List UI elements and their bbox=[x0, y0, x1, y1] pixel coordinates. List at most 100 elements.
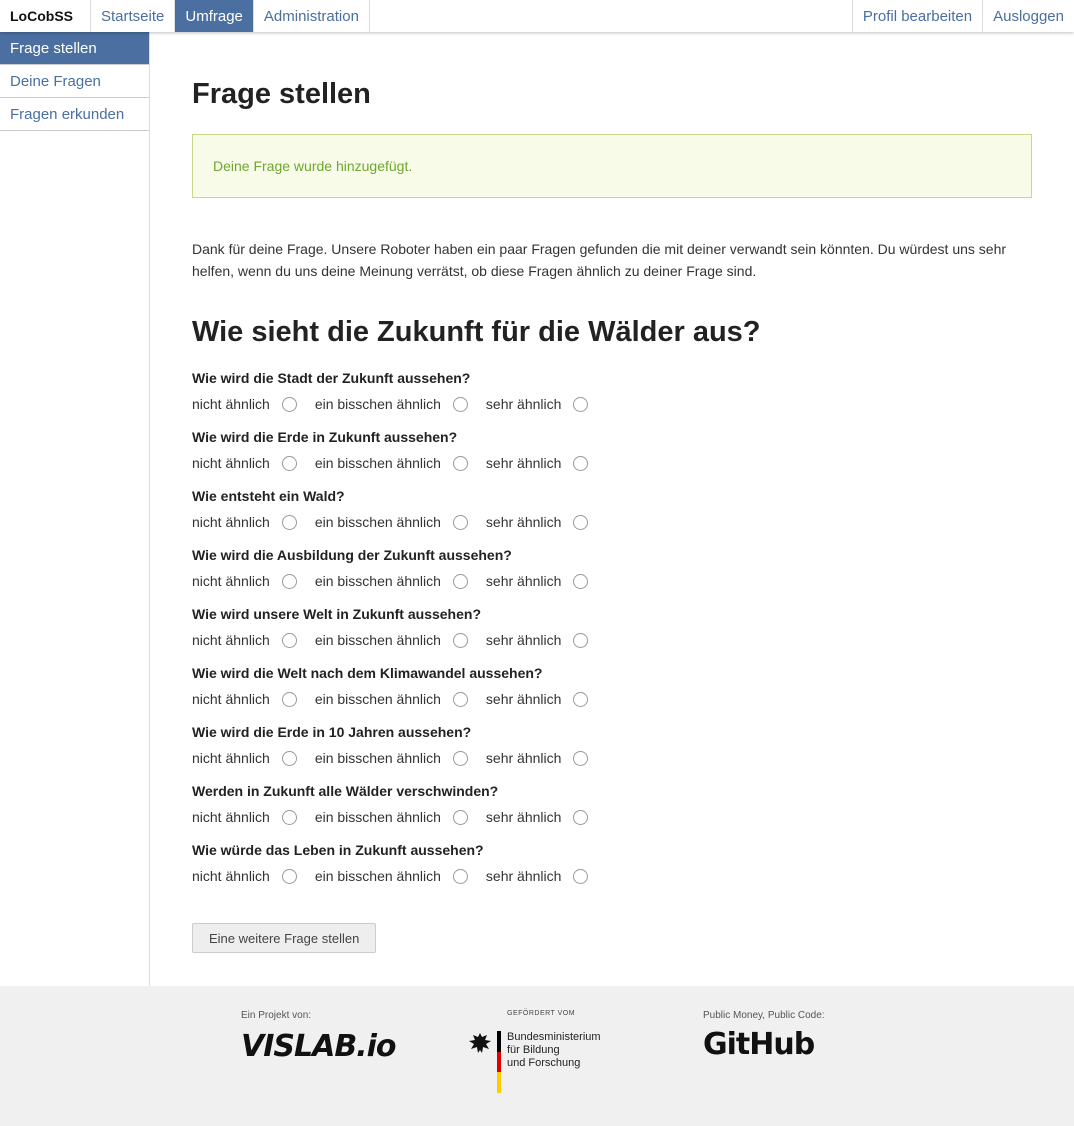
rating-radio-slightly-similar[interactable] bbox=[452, 750, 468, 766]
rating-label: ein bisschen ähnlich bbox=[314, 455, 441, 471]
rating-option-very-similar[interactable]: sehr ähnlich bbox=[486, 514, 589, 530]
rating-label: nicht ähnlich bbox=[192, 632, 270, 648]
rating-option-very-similar[interactable]: sehr ähnlich bbox=[486, 809, 589, 825]
rating-label: ein bisschen ähnlich bbox=[314, 632, 441, 648]
related-question-item: Wie würde das Leben in Zukunft aussehen?… bbox=[192, 840, 1032, 899]
rating-group: nicht ähnlich ein bisschen ähnlich sehr äh… bbox=[192, 862, 1032, 890]
rating-radio-very-similar[interactable] bbox=[573, 809, 589, 825]
success-alert: Deine Frage wurde hinzugefügt. bbox=[192, 134, 1032, 198]
sidebar-item-frage-stellen[interactable]: Frage stellen bbox=[0, 32, 149, 65]
rating-option-slightly-similar[interactable]: ein bisschen ähnlich bbox=[315, 455, 468, 471]
rating-option-slightly-similar[interactable]: ein bisschen ähnlich bbox=[315, 809, 468, 825]
rating-radio-not-similar[interactable] bbox=[281, 514, 297, 530]
rating-option-not-similar[interactable]: nicht ähnlich bbox=[192, 455, 297, 471]
ask-another-question-button[interactable]: Eine weitere Frage stellen bbox=[192, 923, 377, 953]
rating-label: nicht ähnlich bbox=[192, 809, 270, 825]
rating-radio-not-similar[interactable] bbox=[281, 691, 297, 707]
rating-option-slightly-similar[interactable]: ein bisschen ähnlich bbox=[315, 396, 468, 412]
rating-label: sehr ähnlich bbox=[485, 632, 562, 648]
rating-option-slightly-similar[interactable]: ein bisschen ähnlich bbox=[315, 868, 468, 884]
rating-radio-not-similar[interactable] bbox=[281, 573, 297, 589]
rating-radio-slightly-similar[interactable] bbox=[452, 868, 468, 884]
related-questions-list: Wie wird die Stadt der Zukunft aussehen?… bbox=[192, 368, 1032, 899]
rating-option-slightly-similar[interactable]: ein bisschen ähnlich bbox=[315, 514, 468, 530]
rating-option-slightly-similar[interactable]: ein bisschen ähnlich bbox=[315, 632, 468, 648]
rating-option-very-similar[interactable]: sehr ähnlich bbox=[486, 632, 589, 648]
page-title: Frage stellen bbox=[192, 78, 371, 110]
rating-radio-slightly-similar[interactable] bbox=[452, 809, 468, 825]
question-title: Wie sieht die Zukunft für die Wälder aus… bbox=[192, 316, 761, 348]
rating-radio-very-similar[interactable] bbox=[573, 573, 589, 589]
rating-option-very-similar[interactable]: sehr ähnlich bbox=[486, 868, 589, 884]
rating-radio-very-similar[interactable] bbox=[573, 691, 589, 707]
rating-label: nicht ähnlich bbox=[192, 868, 270, 884]
rating-radio-very-similar[interactable] bbox=[573, 868, 589, 884]
rating-label: ein bisschen ähnlich bbox=[314, 573, 441, 589]
rating-radio-not-similar[interactable] bbox=[281, 632, 297, 648]
related-question-item: Wie wird die Erde in Zukunft aussehen? ni… bbox=[192, 427, 1032, 486]
rating-group: nicht ähnlich ein bisschen ähnlich sehr äh… bbox=[192, 626, 1032, 654]
rating-option-very-similar[interactable]: sehr ähnlich bbox=[486, 691, 589, 707]
rating-label: nicht ähnlich bbox=[192, 691, 270, 707]
footer-code: Public Money, Public Code: GitHub bbox=[703, 1010, 825, 1062]
rating-option-slightly-similar[interactable]: ein bisschen ähnlich bbox=[315, 750, 468, 766]
rating-group: nicht ähnlich ein bisschen ähnlich sehr äh… bbox=[192, 744, 1032, 772]
rating-option-not-similar[interactable]: nicht ähnlich bbox=[192, 691, 297, 707]
rating-radio-slightly-similar[interactable] bbox=[452, 396, 468, 412]
brand-logo[interactable]: LoCobSS bbox=[0, 0, 91, 32]
rating-radio-very-similar[interactable] bbox=[573, 514, 589, 530]
rating-option-not-similar[interactable]: nicht ähnlich bbox=[192, 809, 297, 825]
rating-option-not-similar[interactable]: nicht ähnlich bbox=[192, 868, 297, 884]
sidebar-item-deine-fragen[interactable]: Deine Fragen bbox=[0, 65, 149, 98]
rating-label: sehr ähnlich bbox=[485, 455, 562, 471]
rating-radio-not-similar[interactable] bbox=[281, 868, 297, 884]
intro-text: Dank für deine Frage. Unsere Roboter hab… bbox=[192, 241, 1007, 279]
nav-link-logout[interactable]: Ausloggen bbox=[982, 0, 1074, 32]
bmbf-text: Bundesministerium für Bildung und Forsch… bbox=[507, 1031, 601, 1093]
rating-radio-slightly-similar[interactable] bbox=[452, 455, 468, 471]
rating-radio-not-similar[interactable] bbox=[281, 809, 297, 825]
rating-option-not-similar[interactable]: nicht ähnlich bbox=[192, 632, 297, 648]
nav-link-startseite[interactable]: Startseite bbox=[91, 0, 176, 32]
rating-option-not-similar[interactable]: nicht ähnlich bbox=[192, 396, 297, 412]
nav-link-profil[interactable]: Profil bearbeiten bbox=[851, 0, 982, 32]
rating-radio-very-similar[interactable] bbox=[573, 396, 589, 412]
rating-radio-very-similar[interactable] bbox=[573, 632, 589, 648]
related-question-text: Wie wird die Stadt der Zukunft aussehen? bbox=[192, 370, 471, 386]
github-logo[interactable]: GitHub bbox=[703, 1027, 825, 1062]
rating-option-not-similar[interactable]: nicht ähnlich bbox=[192, 514, 297, 530]
vislab-logo[interactable]: VISLAB.io bbox=[241, 1029, 396, 1064]
rating-option-very-similar[interactable]: sehr ähnlich bbox=[486, 455, 589, 471]
rating-option-very-similar[interactable]: sehr ähnlich bbox=[486, 750, 589, 766]
rating-label: ein bisschen ähnlich bbox=[314, 514, 441, 530]
nav-link-umfrage[interactable]: Umfrage bbox=[175, 0, 254, 32]
rating-label: sehr ähnlich bbox=[485, 691, 562, 707]
rating-option-not-similar[interactable]: nicht ähnlich bbox=[192, 750, 297, 766]
rating-radio-not-similar[interactable] bbox=[281, 396, 297, 412]
rating-option-not-similar[interactable]: nicht ähnlich bbox=[192, 573, 297, 589]
rating-radio-slightly-similar[interactable] bbox=[452, 573, 468, 589]
rating-label: ein bisschen ähnlich bbox=[314, 750, 441, 766]
rating-radio-slightly-similar[interactable] bbox=[452, 514, 468, 530]
nav-link-administration[interactable]: Administration bbox=[254, 0, 370, 32]
rating-radio-slightly-similar[interactable] bbox=[452, 691, 468, 707]
related-question-item: Werden in Zukunft alle Wälder verschwind… bbox=[192, 781, 1032, 840]
rating-radio-not-similar[interactable] bbox=[281, 750, 297, 766]
rating-label: sehr ähnlich bbox=[485, 396, 562, 412]
rating-label: nicht ähnlich bbox=[192, 514, 270, 530]
rating-option-very-similar[interactable]: sehr ähnlich bbox=[486, 396, 589, 412]
rating-radio-slightly-similar[interactable] bbox=[452, 632, 468, 648]
rating-option-slightly-similar[interactable]: ein bisschen ähnlich bbox=[315, 691, 468, 707]
bmbf-logo: Bundesministerium für Bildung und Forsch… bbox=[467, 1031, 601, 1094]
related-question-text: Wie würde das Leben in Zukunft aussehen? bbox=[192, 842, 484, 858]
rating-radio-very-similar[interactable] bbox=[573, 455, 589, 471]
related-question-text: Wie entsteht ein Wald? bbox=[192, 488, 345, 504]
rating-option-very-similar[interactable]: sehr ähnlich bbox=[486, 573, 589, 589]
rating-option-slightly-similar[interactable]: ein bisschen ähnlich bbox=[315, 573, 468, 589]
related-question-item: Wie wird die Stadt der Zukunft aussehen?… bbox=[192, 368, 1032, 427]
top-navbar: LoCobSS Startseite Umfrage Administratio… bbox=[0, 0, 1074, 32]
sidebar-item-fragen-erkunden[interactable]: Fragen erkunden bbox=[0, 98, 149, 131]
related-question-item: Wie wird die Welt nach dem Klimawandel a… bbox=[192, 663, 1032, 722]
rating-radio-very-similar[interactable] bbox=[573, 750, 589, 766]
rating-radio-not-similar[interactable] bbox=[281, 455, 297, 471]
